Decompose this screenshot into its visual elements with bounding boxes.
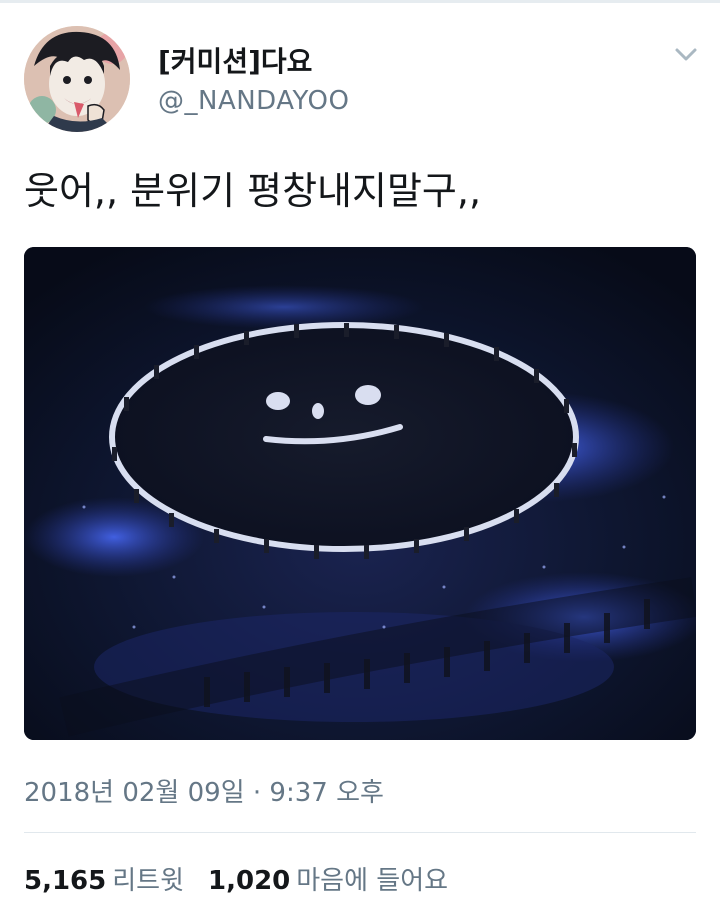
photo-stadium-smiley <box>24 247 696 740</box>
tweet-photo[interactable] <box>24 247 696 740</box>
stats-divider <box>24 832 696 833</box>
user-handle[interactable]: @_NANDAYOO <box>158 86 349 116</box>
chevron-down-icon[interactable] <box>670 42 702 66</box>
retweets-label: 리트윗 <box>112 866 185 896</box>
tweet-text: 웃어,, 분위기 평창내지말구,, <box>24 169 482 213</box>
likes-label: 마음에 들어요 <box>296 866 449 896</box>
retweets-stat[interactable]: 5,165 리트윗 <box>24 860 184 897</box>
tweet-timestamp[interactable]: 2018년 02월 09일 · 9:37 오후 <box>24 772 384 809</box>
display-name[interactable]: [커미션]다요 <box>158 40 312 80</box>
top-divider <box>0 0 720 3</box>
avatar[interactable] <box>24 26 130 132</box>
retweets-count: 5,165 <box>24 866 107 896</box>
tweet-stats: 5,165 리트윗 1,020 마음에 들어요 <box>24 860 448 897</box>
avatar-illustration <box>24 26 130 132</box>
likes-count: 1,020 <box>208 866 291 896</box>
likes-stat[interactable]: 1,020 마음에 들어요 <box>208 860 448 897</box>
